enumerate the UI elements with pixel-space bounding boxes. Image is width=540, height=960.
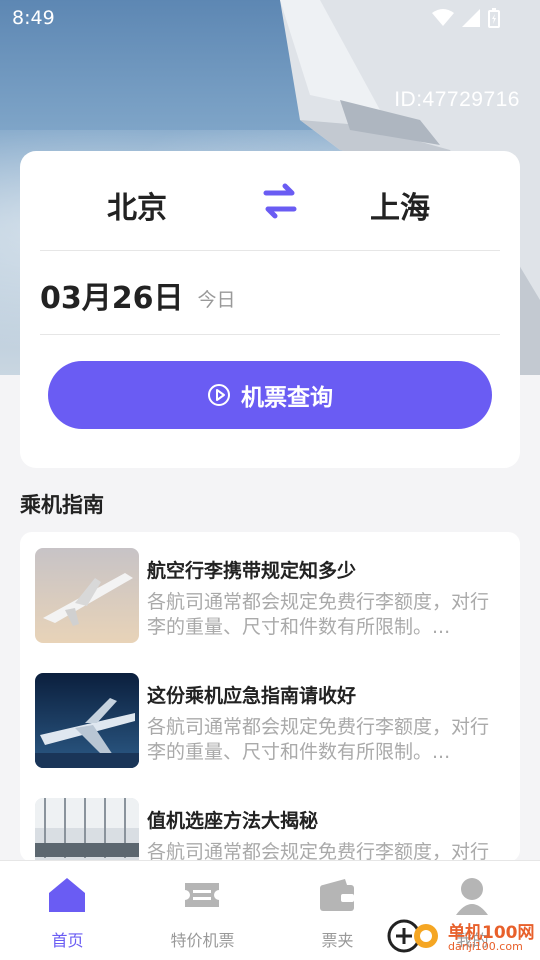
route-selector: 北京 上海 — [40, 173, 500, 243]
guide-section-title: 乘机指南 — [20, 493, 104, 517]
battery-icon — [488, 8, 500, 28]
guide-item-title: 这份乘机应急指南请收好 — [147, 685, 357, 707]
status-bar: 8:49 — [0, 0, 540, 36]
airport-terminal-thumbnail — [35, 798, 139, 862]
jumbo-jet-thumbnail — [35, 673, 139, 768]
wallet-icon — [320, 879, 354, 911]
nav-label: 特价机票 — [170, 931, 235, 950]
departure-date: 03月26日 — [40, 281, 184, 316]
plane-takeoff-thumbnail — [35, 548, 139, 643]
nav-item-home[interactable]: 首页 — [0, 875, 135, 955]
play-circle-icon — [208, 384, 230, 406]
guide-item-desc: 各航司通常都会规定免费行李额度，对行李的重量、尺寸和件数有所限制。... — [147, 716, 490, 763]
wifi-icon — [432, 9, 454, 26]
guide-item-title: 值机选座方法大揭秘 — [147, 810, 319, 832]
status-icons — [432, 8, 500, 28]
flight-search-button[interactable]: 机票查询 — [48, 361, 492, 429]
watermark-icon — [387, 919, 438, 953]
watermark-logo: 单机100网 danji100.com — [386, 914, 536, 958]
search-button-label: 机票查询 — [241, 385, 333, 411]
date-selector[interactable]: 03月26日 今日 — [40, 273, 500, 323]
swap-cities-icon[interactable] — [258, 179, 302, 223]
ticket-icon — [185, 883, 219, 907]
profile-icon — [456, 878, 488, 915]
arrival-city[interactable]: 上海 — [370, 183, 430, 227]
home-icon — [49, 878, 85, 912]
guide-item[interactable]: 航空行李携带规定知多少 各航司通常都会规定免费行李额度，对行李的重量、尺寸和件数… — [35, 548, 505, 643]
nav-item-special-tickets[interactable]: 特价机票 — [135, 875, 270, 955]
watermark-subtext: danji100.com — [448, 940, 523, 953]
user-id-label: ID:47729716 — [394, 88, 520, 111]
status-time: 8:49 — [12, 7, 55, 29]
flight-search-card: 北京 上海 03月26日 今日 机票查询 — [20, 151, 520, 468]
date-hint: 今日 — [197, 289, 236, 311]
departure-city[interactable]: 北京 — [107, 183, 167, 227]
guide-item[interactable]: 值机选座方法大揭秘 各航司通常都会规定免费行李额度，对行李的重量、尺寸和件数有所… — [35, 798, 505, 862]
nav-label: 首页 — [51, 931, 84, 950]
guide-list: 航空行李携带规定知多少 各航司通常都会规定免费行李额度，对行李的重量、尺寸和件数… — [20, 532, 520, 862]
nav-label: 票夹 — [321, 931, 354, 950]
nav-item-ticket-wallet[interactable]: 票夹 — [270, 875, 405, 955]
guide-item-desc: 各航司通常都会规定免费行李额度，对行李的重量、尺寸和件数有所限制。... — [147, 841, 490, 862]
divider — [40, 250, 500, 251]
guide-item[interactable]: 这份乘机应急指南请收好 各航司通常都会规定免费行李额度，对行李的重量、尺寸和件数… — [35, 673, 505, 768]
guide-item-desc: 各航司通常都会规定免费行李额度，对行李的重量、尺寸和件数有所限制。... — [147, 591, 490, 638]
divider — [40, 334, 500, 335]
signal-icon — [462, 9, 480, 27]
guide-item-title: 航空行李携带规定知多少 — [147, 560, 357, 582]
